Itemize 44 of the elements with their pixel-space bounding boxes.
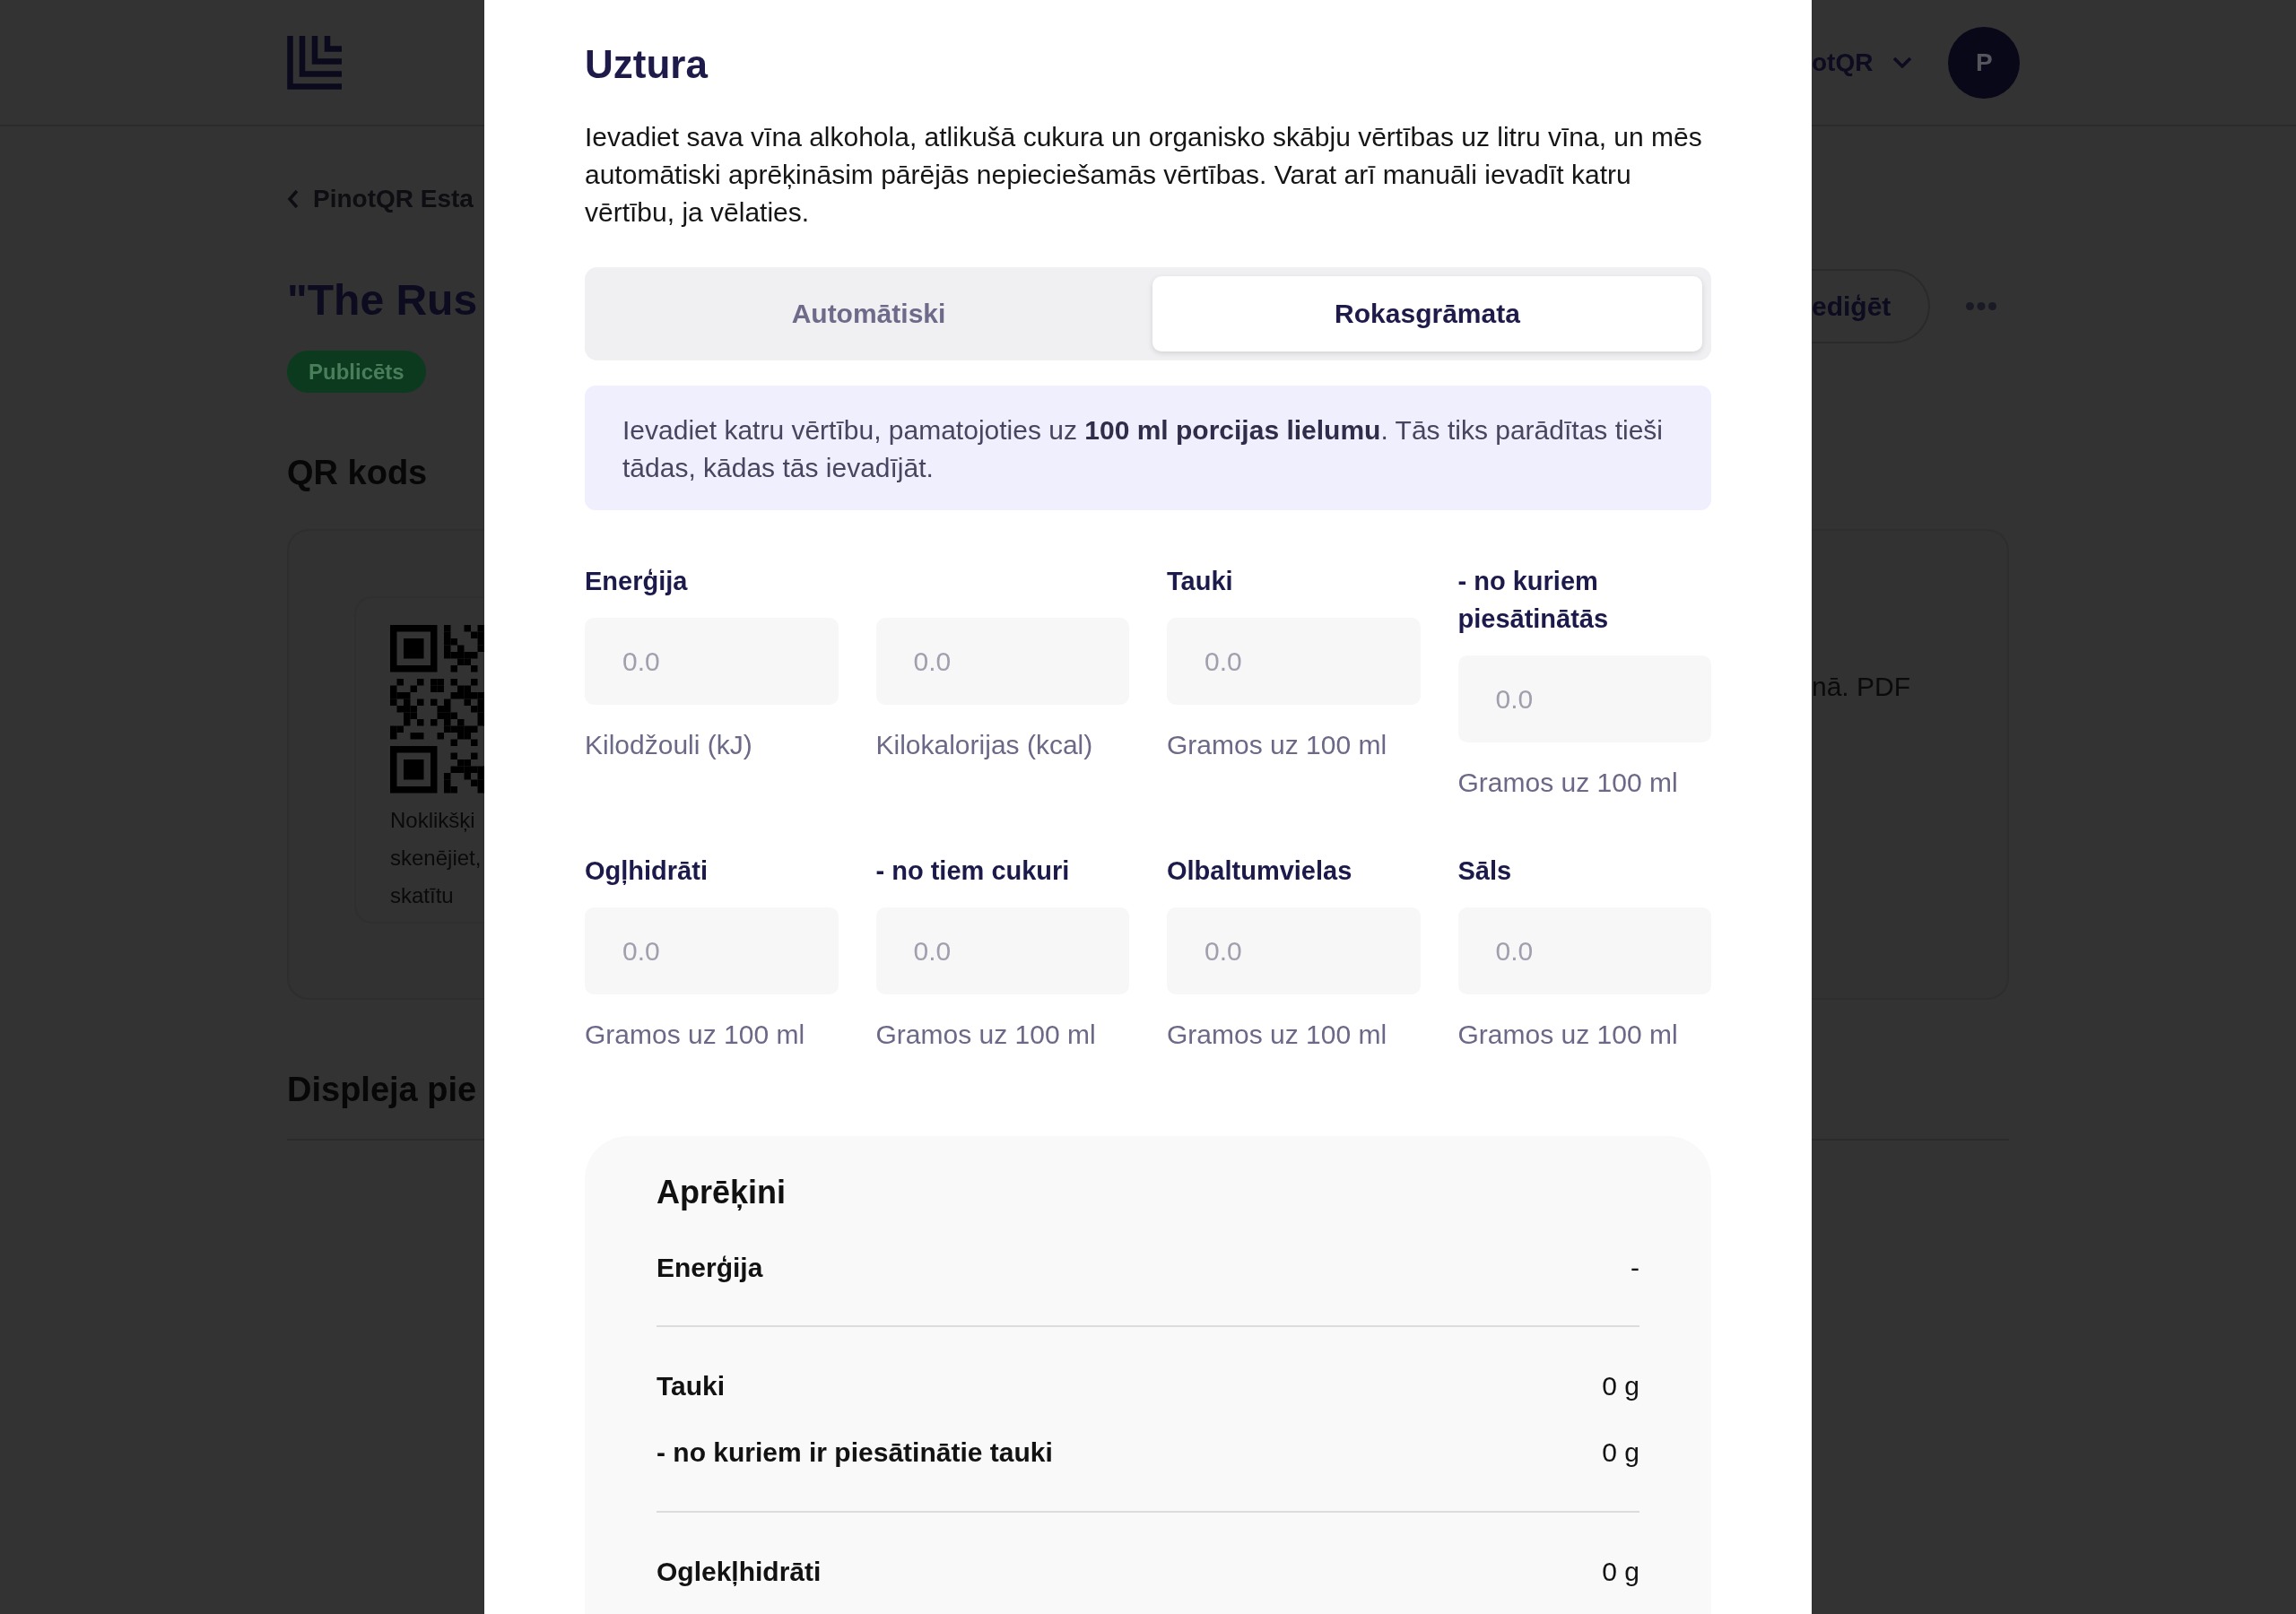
tab[interactable]: Rokasgrāmata <box>1152 276 1702 351</box>
field-hint: Gramos uz 100 ml <box>1167 729 1388 761</box>
input-field[interactable]: 0.0 <box>1457 907 1711 994</box>
panel-title: Aprēķini <box>657 1174 787 1211</box>
calc-value: 0 g <box>1602 1370 1639 1402</box>
input-field[interactable]: 0.0 <box>875 618 1129 705</box>
calc-label: Tauki <box>657 1370 726 1402</box>
field-label: Enerģija <box>585 566 689 597</box>
input-field[interactable]: 0.0 <box>1167 618 1421 705</box>
field-hint: Gramos uz 100 ml <box>1457 767 1679 799</box>
field-hint: Kilodžouli (kJ) <box>585 729 753 761</box>
info-note: Ievadiet katru vērtību, pamatojoties uz 100 ml porcijas lielumu. Tās tiks parādītas tieši tādas, kādas tās ievadījāt. <box>585 386 1711 510</box>
field-hint: Kilokalorijas (kcal) <box>875 729 1094 761</box>
calc-label: Oglekļhidrāti <box>657 1556 822 1588</box>
status-badge: Publicēts <box>287 351 426 393</box>
field-hint: Gramos uz 100 ml <box>1167 1019 1388 1051</box>
field-hint: Gramos uz 100 ml <box>585 1019 806 1051</box>
avatar[interactable]: P <box>1948 26 2021 99</box>
field-label: - no tiem cukuri <box>875 855 1071 887</box>
field-label: Tauki <box>1167 566 1234 597</box>
tab[interactable]: Automātiski <box>594 276 1144 351</box>
calc-label: Enerģija <box>657 1252 763 1284</box>
logo <box>287 35 342 90</box>
field-label: Olbaltumvielas <box>1167 855 1353 887</box>
more-button[interactable] <box>1966 302 1997 310</box>
input-field[interactable]: 0.0 <box>875 907 1129 994</box>
input-field[interactable]: 0.0 <box>585 618 839 705</box>
calc-value: 0 g <box>1602 1436 1639 1469</box>
field-label: - no kuriem piesātinātās <box>1457 566 1610 635</box>
modal-title: Uztura <box>585 45 709 84</box>
field-hint: Gramos uz 100 ml <box>875 1019 1097 1051</box>
input-field[interactable]: 0.0 <box>1167 907 1421 994</box>
field-label: Sāls <box>1457 855 1513 887</box>
field-hint: Gramos uz 100 ml <box>1457 1019 1679 1051</box>
field-label: Ogļhidrāti <box>585 855 709 887</box>
calc-value: - <box>1631 1252 1639 1284</box>
input-field[interactable]: 0.0 <box>585 907 839 994</box>
chevron-down-icon <box>1892 56 1913 68</box>
modal-description: Ievadiet sava vīna alkohola, atlikušā cukura un organisko skābju vērtības uz litru vīna, un mēs automātiski aprēķināsim pārējās nepieciešamās vērtības. Varat arī manuāli ievadīt katru vērtību, ja vēlaties. <box>585 121 1703 229</box>
chevron-left-icon <box>287 189 299 209</box>
input-field[interactable]: 0.0 <box>1457 655 1711 742</box>
calc-label: - no kuriem ir piesātinātie tauki <box>657 1436 1053 1469</box>
more-dots-icon <box>1966 302 1997 310</box>
calc-value: 0 g <box>1602 1556 1639 1588</box>
